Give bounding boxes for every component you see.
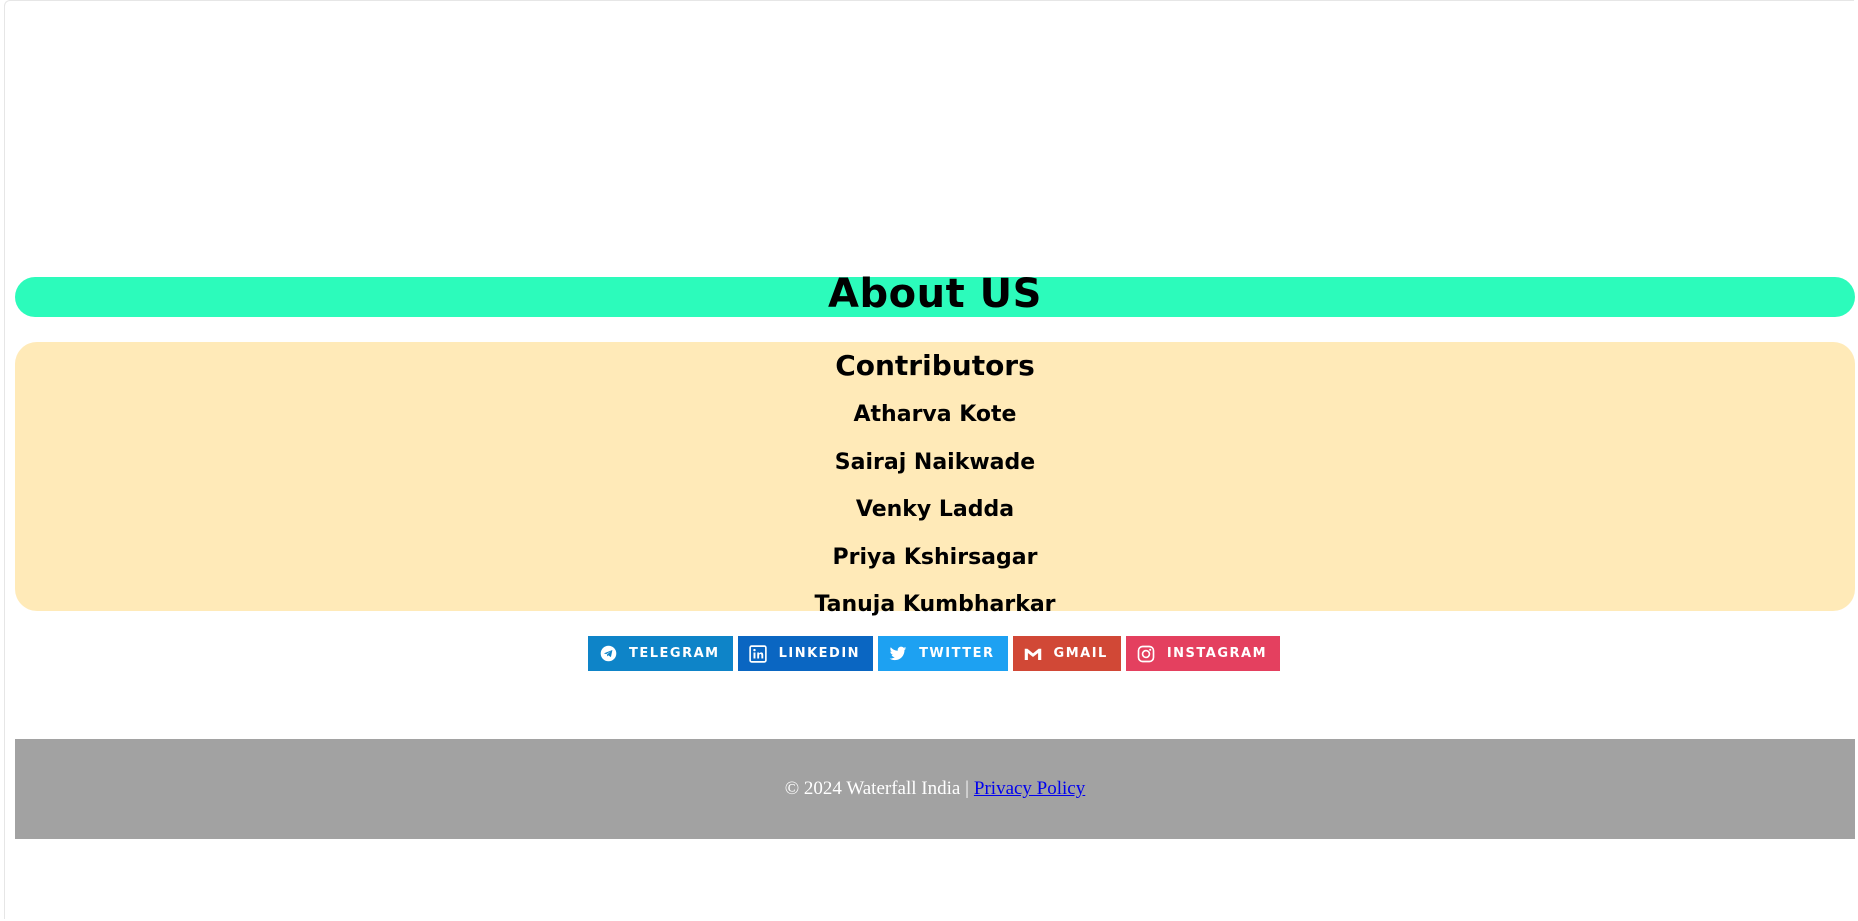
contributors-section: Contributors Atharva Kote Sairaj Naikwad… (15, 342, 1855, 617)
contributor-name: Tanuja Kumbharkar (814, 592, 1056, 617)
contributor-name: Atharva Kote (853, 402, 1017, 427)
contributor-name: Venky Ladda (855, 497, 1015, 522)
about-title: About US (828, 271, 1042, 317)
twitter-icon (889, 645, 907, 663)
privacy-policy-link[interactable]: Privacy Policy (974, 778, 1085, 800)
contributors-list: Atharva Kote Sairaj Naikwade Venky Ladda… (15, 391, 1855, 629)
footer: © 2024 Waterfall India | Privacy Policy (15, 739, 1855, 839)
gmail-icon (1024, 645, 1042, 663)
twitter-button[interactable]: TWITTER (878, 636, 1008, 671)
twitter-label: TWITTER (919, 646, 995, 661)
gmail-label: GMAIL (1053, 646, 1108, 661)
telegram-button[interactable]: TELEGRAM (588, 636, 733, 671)
linkedin-icon (748, 644, 767, 663)
social-buttons: TELEGRAM LINKEDIN TWITTER GMAIL INSTAGRA… (588, 636, 1281, 671)
footer-text: © 2024 Waterfall India | Privacy Policy (15, 739, 1855, 839)
linkedin-label: LINKEDIN (778, 646, 861, 661)
contributor-name: Sairaj Naikwade (834, 449, 1036, 475)
contributors-heading: Contributors (835, 349, 1035, 382)
instagram-icon (1137, 645, 1155, 663)
linkedin-button[interactable]: LINKEDIN (737, 636, 874, 671)
instagram-button[interactable]: INSTAGRAM (1125, 636, 1281, 671)
gmail-button[interactable]: GMAIL (1012, 636, 1121, 671)
telegram-label: TELEGRAM (629, 646, 720, 661)
telegram-icon (599, 645, 617, 663)
copyright-text: © 2024 Waterfall India | (784, 778, 969, 799)
instagram-label: INSTAGRAM (1166, 646, 1268, 661)
contributor-name: Priya Kshirsagar (832, 544, 1038, 570)
